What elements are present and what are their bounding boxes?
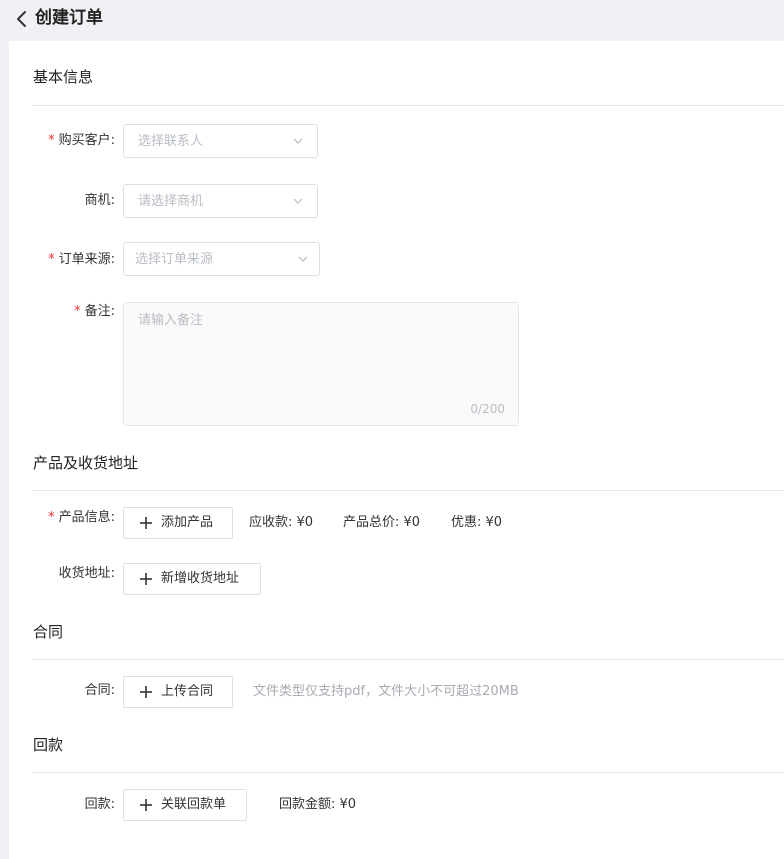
section-divider	[33, 490, 784, 491]
plus-icon	[140, 799, 152, 811]
remark-placeholder: 请输入备注	[138, 313, 204, 328]
add-shipping-address-button[interactable]: 新增收货地址	[123, 563, 261, 595]
shipping-address-label: 收货地址:	[58, 566, 115, 581]
customer-select[interactable]: 选择联系人	[123, 124, 318, 158]
customer-label: * 购买客户:	[48, 133, 115, 148]
contract-label: 合同:	[84, 683, 115, 698]
upload-contract-button[interactable]: 上传合同	[123, 676, 233, 708]
opportunity-select-placeholder: 请选择商机	[138, 194, 204, 209]
section-divider	[33, 772, 784, 773]
add-product-button[interactable]: 添加产品	[123, 507, 233, 539]
opportunity-label: 商机:	[84, 193, 115, 208]
payment-label: 回款:	[84, 797, 115, 812]
chevron-down-icon	[298, 256, 308, 262]
required-marker: *	[74, 304, 81, 319]
customer-select-placeholder: 选择联系人	[138, 134, 204, 149]
section-title-contract: 合同	[33, 623, 64, 641]
order-source-select[interactable]: 选择订单来源	[123, 242, 320, 276]
remark-textarea[interactable]: 请输入备注 0/200	[123, 302, 519, 426]
plus-icon	[140, 686, 152, 698]
product-total-amount: 产品总价: ¥0	[343, 515, 421, 530]
payment-amount: 回款金额: ¥0	[279, 797, 357, 812]
discount-amount: 优惠: ¥0	[451, 515, 503, 530]
order-form-card: 基本信息 * 购买客户: 选择联系人 商机: 请选择商机 * 订单来源: 选择订单来…	[9, 41, 784, 859]
product-info-label: * 产品信息:	[48, 510, 115, 525]
section-title-product: 产品及收货地址	[33, 454, 139, 472]
required-marker: *	[48, 133, 55, 148]
back-chevron-icon[interactable]	[14, 10, 30, 28]
opportunity-select[interactable]: 请选择商机	[123, 184, 318, 218]
receivable-amount: 应收款: ¥0	[249, 515, 314, 530]
page-header: 创建订单	[0, 0, 784, 40]
link-payment-button[interactable]: 关联回款单	[123, 789, 247, 821]
required-marker: *	[48, 510, 55, 525]
chevron-down-icon	[293, 138, 303, 144]
remark-char-counter: 0/200	[470, 402, 505, 416]
plus-icon	[140, 573, 152, 585]
section-title-payment: 回款	[33, 736, 64, 754]
order-source-label: * 订单来源:	[48, 252, 115, 267]
required-marker: *	[48, 252, 55, 267]
remark-label: * 备注:	[74, 304, 115, 319]
section-divider	[33, 105, 784, 106]
section-title-basic: 基本信息	[33, 68, 94, 86]
order-source-select-placeholder: 选择订单来源	[135, 252, 214, 267]
chevron-down-icon	[293, 198, 303, 204]
plus-icon	[140, 517, 152, 529]
contract-file-hint: 文件类型仅支持pdf，文件大小不可超过20MB	[253, 684, 519, 699]
page-title: 创建订单	[35, 8, 103, 28]
section-divider	[33, 659, 784, 660]
